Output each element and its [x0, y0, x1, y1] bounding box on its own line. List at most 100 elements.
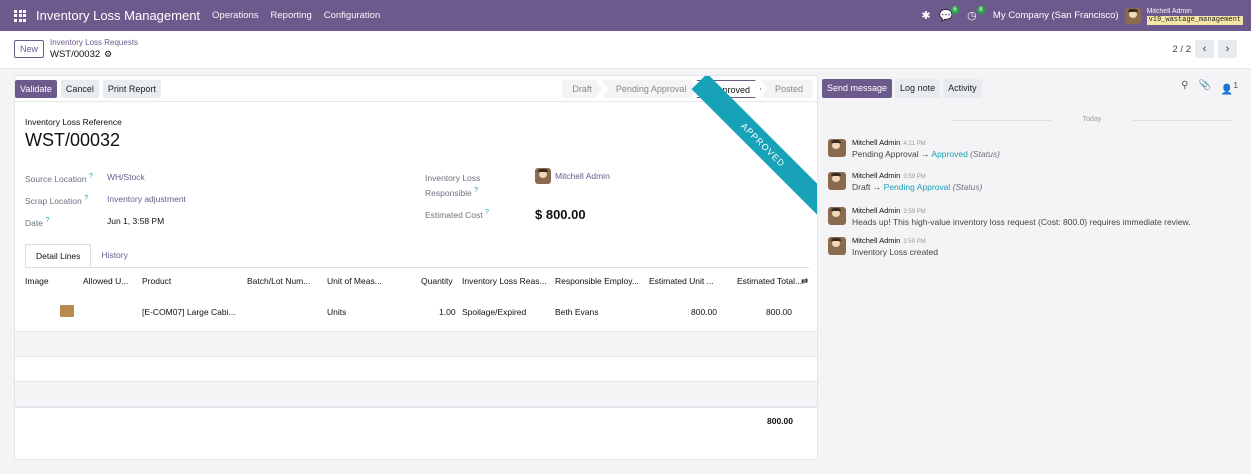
message-author[interactable]: Mitchell Admin: [852, 206, 900, 215]
col-quantity[interactable]: Quantity: [421, 276, 453, 286]
grand-total: 800.00: [767, 416, 793, 426]
stage-draft[interactable]: Draft: [562, 80, 602, 98]
col-product[interactable]: Product: [142, 276, 171, 286]
status-stages: Draft Pending Approval Approved Posted: [562, 80, 813, 98]
validate-button[interactable]: Validate: [15, 79, 57, 98]
row-employee: Beth Evans: [555, 307, 599, 317]
menu-reporting[interactable]: Reporting: [271, 10, 312, 21]
help-icon[interactable]: ?: [84, 194, 88, 202]
help-icon[interactable]: ?: [485, 208, 489, 216]
table-footer-line: [15, 407, 817, 408]
print-report-button[interactable]: Print Report: [102, 79, 161, 98]
pager-previous-button[interactable]: ‹: [1195, 40, 1214, 58]
app-title[interactable]: Inventory Loss Management: [36, 8, 200, 23]
responsible-field[interactable]: Mitchell Admin: [535, 168, 610, 184]
apps-grid-icon[interactable]: [14, 9, 26, 22]
followers-count: 1: [1233, 80, 1238, 90]
date-separator: Today: [952, 116, 1232, 123]
message-body: Pending Approval → Approved (Status): [852, 149, 1000, 159]
cancel-button[interactable]: Cancel: [60, 79, 99, 98]
col-batch-lot[interactable]: Batch/Lot Num...: [247, 276, 310, 286]
bug-icon[interactable]: ✱: [919, 9, 933, 23]
pager: 2 / 2 ‹ ›: [1173, 40, 1237, 58]
empty-row: [15, 382, 817, 407]
col-allowed[interactable]: Allowed U...: [83, 276, 128, 286]
col-image[interactable]: Image: [25, 276, 49, 286]
log-note-button[interactable]: Log note: [895, 78, 941, 98]
followers-icon[interactable]: 👤1: [1221, 80, 1238, 95]
tab-detail-lines[interactable]: Detail Lines: [25, 244, 92, 267]
message-author[interactable]: Mitchell Admin: [852, 138, 900, 147]
reference-label: Inventory Loss Reference: [25, 117, 122, 127]
column-settings-icon[interactable]: ⇄: [801, 276, 808, 287]
chatter-icons: ⚲ 📎 👤1: [1181, 80, 1238, 95]
author-avatar[interactable]: [828, 172, 846, 190]
scrap-location-label: Scrap Location ?: [25, 194, 89, 206]
message-author[interactable]: Mitchell Admin: [852, 171, 900, 180]
author-avatar[interactable]: [828, 207, 846, 225]
pager-value[interactable]: 2 / 2: [1173, 44, 1192, 55]
row-product: [E-COM07] Large Cabi...: [142, 307, 236, 317]
row-quantity: 1.00: [439, 307, 456, 317]
col-unit-cost[interactable]: Estimated Unit ...: [649, 276, 714, 286]
date-label: Date ?: [25, 216, 50, 228]
col-uom[interactable]: Unit of Meas...: [327, 276, 382, 286]
col-employee[interactable]: Responsible Employ...: [555, 276, 639, 286]
row-total: 800.00: [766, 307, 792, 317]
database-name: v19_wastage_management: [1146, 15, 1243, 25]
top-navbar: Inventory Loss Management Operations Rep…: [0, 0, 1251, 31]
user-menu[interactable]: Mitchell Admin v19_wastage_management: [1146, 7, 1243, 25]
stage-posted[interactable]: Posted: [760, 80, 813, 98]
company-switcher[interactable]: My Company (San Francisco): [993, 10, 1119, 21]
col-total[interactable]: Estimated Total...: [737, 276, 802, 286]
tab-history[interactable]: History: [91, 244, 137, 267]
send-message-button[interactable]: Send message: [822, 78, 893, 98]
messages-icon[interactable]: 💬 6: [939, 5, 959, 23]
chatter-message: Mitchell Admin 3:59 PM Inventory Loss cre…: [828, 235, 938, 257]
message-author[interactable]: Mitchell Admin: [852, 236, 900, 245]
chatter-message: Mitchell Admin 3:59 PM Heads up! This hig…: [828, 205, 1191, 227]
form-sheet: Validate Cancel Print Report Draft Pendi…: [14, 75, 818, 460]
help-icon[interactable]: ?: [89, 172, 93, 180]
new-button[interactable]: New: [14, 40, 44, 58]
help-icon[interactable]: ?: [45, 216, 49, 224]
chatter-message: Mitchell Admin 3:59 PM Draft → Pending Ap…: [828, 170, 982, 192]
activity-clock-icon[interactable]: ◷ 8: [965, 5, 985, 23]
user-name: Mitchell Admin: [1146, 7, 1192, 15]
message-body: Inventory Loss created: [852, 247, 938, 257]
row-reason: Spoilage/Expired: [462, 307, 527, 317]
table-row[interactable]: [E-COM07] Large Cabi... Units 1.00 Spoil…: [15, 295, 817, 332]
empty-row: [15, 357, 817, 382]
reference-value: WST/00032: [25, 130, 121, 150]
message-time: 4:21 PM: [903, 141, 926, 147]
menu-configuration[interactable]: Configuration: [324, 10, 381, 21]
gear-icon[interactable]: ⚙: [104, 49, 112, 60]
user-avatar[interactable]: [1124, 7, 1141, 24]
responsible-value: Mitchell Admin: [555, 171, 610, 181]
message-body: Heads up! This high-value inventory loss…: [852, 217, 1191, 227]
messages-badge: 6: [950, 5, 959, 14]
activity-button[interactable]: Activity: [943, 78, 982, 98]
notebook-tabs: Detail Lines History: [25, 244, 138, 267]
stage-pending-approval[interactable]: Pending Approval: [602, 80, 697, 98]
menu-operations[interactable]: Operations: [212, 10, 258, 21]
message-time: 3:59 PM: [903, 174, 926, 180]
author-avatar[interactable]: [828, 237, 846, 255]
pager-next-button[interactable]: ›: [1218, 40, 1237, 58]
table-header: Image Allowed U... Product Batch/Lot Num…: [15, 272, 817, 290]
search-icon[interactable]: ⚲: [1181, 80, 1188, 95]
source-location-value[interactable]: WH/Stock: [107, 172, 145, 182]
breadcrumb-current: WST/00032 ⚙: [50, 49, 112, 60]
chatter-message: Mitchell Admin 4:21 PM Pending Approval →…: [828, 137, 1000, 159]
message-time: 3:59 PM: [903, 239, 926, 245]
help-icon[interactable]: ?: [474, 186, 478, 194]
paperclip-icon[interactable]: 📎: [1198, 80, 1210, 95]
scrap-location-value[interactable]: Inventory adjustment: [107, 194, 186, 204]
estimated-cost-value: $ 800.00: [535, 207, 586, 222]
breadcrumb-parent[interactable]: Inventory Loss Requests: [50, 38, 138, 47]
col-loss-reason[interactable]: Inventory Loss Reas...: [462, 276, 547, 286]
author-avatar[interactable]: [828, 139, 846, 157]
tab-divider: [25, 267, 809, 268]
message-time: 3:59 PM: [903, 209, 926, 215]
date-value[interactable]: Jun 1, 3:58 PM: [107, 216, 164, 226]
